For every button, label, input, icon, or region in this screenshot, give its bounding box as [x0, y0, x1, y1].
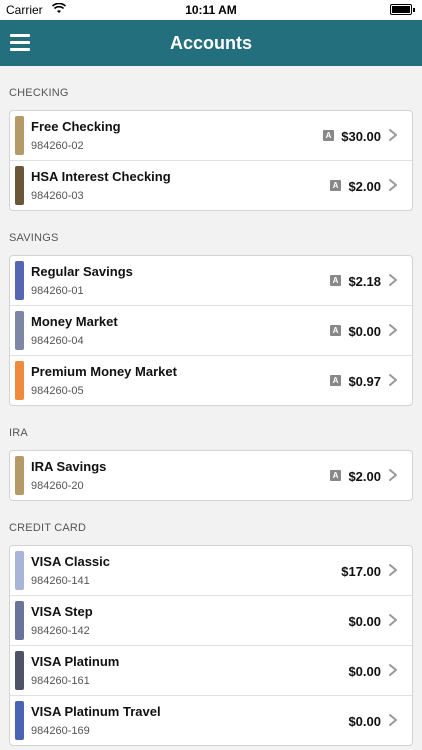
account-balance: $0.97 — [348, 374, 381, 389]
chevron-right-icon — [386, 663, 400, 677]
clock: 10:11 AM — [185, 3, 237, 17]
account-group: Free Checking 984260-02 A $30.00 HSA Int… — [9, 110, 413, 211]
account-name: Premium Money Market — [31, 364, 177, 379]
account-name: Regular Savings — [31, 264, 133, 279]
nav-bar: Accounts — [0, 20, 422, 66]
account-color-bar — [15, 361, 24, 400]
account-number: 984260-169 — [31, 725, 90, 737]
account-balance: $0.00 — [348, 714, 381, 729]
status-bar: Carrier 10:11 AM — [0, 0, 422, 20]
account-row[interactable]: VISA Platinum Travel 984260-169 $0.00 — [10, 696, 412, 745]
account-row[interactable]: VISA Platinum 984260-161 $0.00 — [10, 646, 412, 696]
account-balance: $0.00 — [348, 664, 381, 679]
alert-badge-icon: A — [330, 470, 341, 481]
chevron-right-icon — [386, 468, 400, 482]
account-section: CHECKING Free Checking 984260-02 A $30.0… — [0, 66, 422, 211]
account-balance: $2.00 — [348, 179, 381, 194]
account-row[interactable]: IRA Savings 984260-20 A $2.00 — [10, 451, 412, 500]
account-color-bar — [15, 166, 24, 205]
account-number: 984260-05 — [31, 385, 84, 397]
account-name: HSA Interest Checking — [31, 169, 171, 184]
chevron-right-icon — [386, 273, 400, 287]
account-color-bar — [15, 551, 24, 590]
account-row[interactable]: VISA Step 984260-142 $0.00 — [10, 596, 412, 646]
section-header: IRA — [9, 427, 28, 439]
account-row[interactable]: Premium Money Market 984260-05 A $0.97 — [10, 356, 412, 405]
account-number: 984260-20 — [31, 480, 84, 492]
alert-badge-icon: A — [330, 375, 341, 386]
account-name: Money Market — [31, 314, 118, 329]
page-title: Accounts — [169, 33, 252, 53]
account-color-bar — [15, 261, 24, 300]
account-number: 984260-142 — [31, 625, 90, 637]
account-name: VISA Platinum — [31, 654, 120, 669]
account-row[interactable]: HSA Interest Checking 984260-03 A $2.00 — [10, 161, 412, 210]
account-group: VISA Classic 984260-141 $17.00 VISA Step… — [9, 545, 413, 746]
chevron-right-icon — [386, 373, 400, 387]
chevron-right-icon — [386, 128, 400, 142]
account-name: VISA Step — [31, 604, 93, 619]
alert-badge-icon: A — [330, 180, 341, 191]
account-group: Regular Savings 984260-01 A $2.18 Money … — [9, 255, 413, 406]
account-number: 984260-04 — [31, 335, 84, 347]
account-row[interactable]: Regular Savings 984260-01 A $2.18 — [10, 256, 412, 306]
account-name: IRA Savings — [31, 459, 107, 474]
alert-badge-icon: A — [330, 325, 341, 336]
chevron-right-icon — [386, 563, 400, 577]
section-header: SAVINGS — [9, 232, 59, 244]
account-row[interactable]: Money Market 984260-04 A $0.00 — [10, 306, 412, 356]
account-name: Free Checking — [31, 119, 121, 134]
account-group: IRA Savings 984260-20 A $2.00 — [9, 450, 413, 501]
account-color-bar — [15, 601, 24, 640]
account-number: 984260-02 — [31, 140, 84, 152]
account-color-bar — [15, 456, 24, 495]
account-section: IRA IRA Savings 984260-20 A $2.00 — [0, 406, 422, 501]
account-balance: $2.18 — [348, 274, 381, 289]
section-header: CREDIT CARD — [9, 522, 87, 534]
account-color-bar — [15, 701, 24, 740]
account-color-bar — [15, 311, 24, 350]
account-number: 984260-161 — [31, 675, 90, 687]
chevron-right-icon — [386, 713, 400, 727]
account-number: 984260-03 — [31, 190, 84, 202]
account-name: VISA Classic — [31, 554, 111, 569]
account-row[interactable]: VISA Classic 984260-141 $17.00 — [10, 546, 412, 596]
account-balance: $17.00 — [341, 564, 381, 579]
account-balance: $2.00 — [348, 469, 381, 484]
section-header: CHECKING — [9, 87, 69, 99]
account-section: SAVINGS Regular Savings 984260-01 A $2.1… — [0, 211, 422, 406]
battery-icon — [390, 4, 415, 15]
alert-badge-icon: A — [330, 275, 341, 286]
account-balance: $0.00 — [348, 324, 381, 339]
chevron-right-icon — [386, 323, 400, 337]
account-name: VISA Platinum Travel — [31, 704, 161, 719]
account-section: CREDIT CARD VISA Classic 984260-141 $17.… — [0, 501, 422, 746]
account-balance: $0.00 — [348, 614, 381, 629]
account-row[interactable]: Free Checking 984260-02 A $30.00 — [10, 111, 412, 161]
account-color-bar — [15, 651, 24, 690]
chevron-right-icon — [386, 178, 400, 192]
account-number: 984260-141 — [31, 575, 90, 587]
chevron-right-icon — [386, 613, 400, 627]
alert-badge-icon: A — [323, 130, 334, 141]
account-color-bar — [15, 116, 24, 155]
account-number: 984260-01 — [31, 285, 84, 297]
account-list: CHECKING Free Checking 984260-02 A $30.0… — [0, 66, 422, 746]
account-balance: $30.00 — [341, 129, 381, 144]
